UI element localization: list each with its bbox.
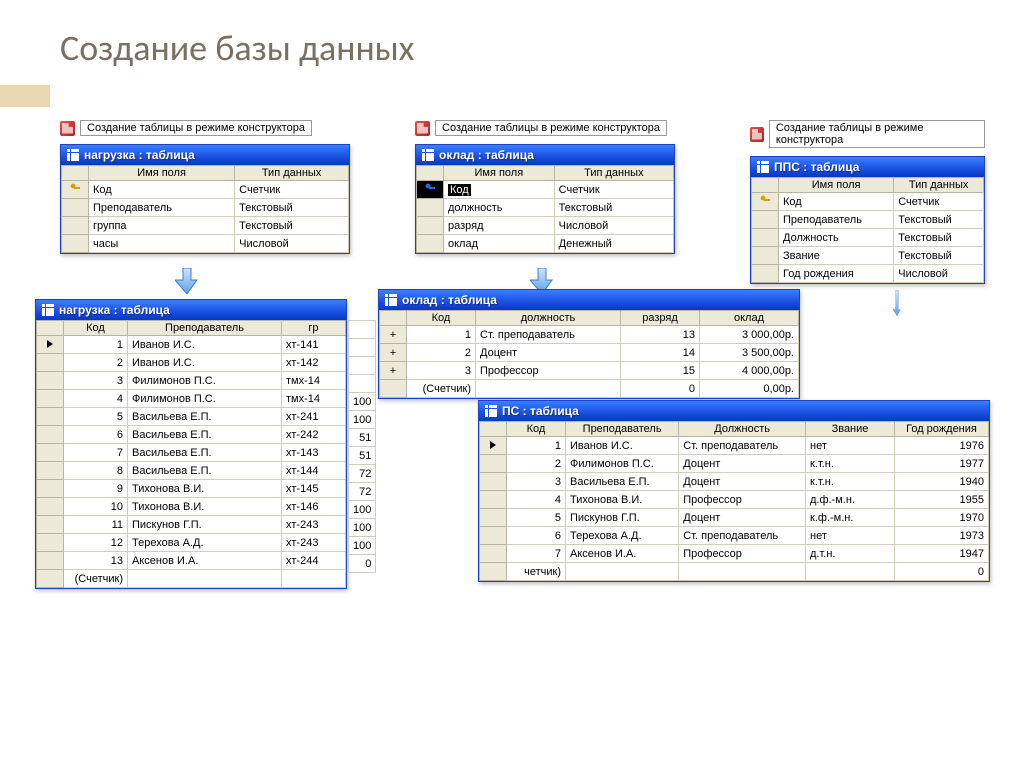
decor-block [0, 85, 50, 107]
create-table-design-link[interactable]: Создание таблицы в режиме конструктора [435, 120, 667, 136]
table-icon [422, 149, 434, 161]
window-title: нагрузка : таблица [59, 303, 170, 317]
col-header[interactable]: Звание [806, 422, 895, 437]
window-titlebar[interactable]: нагрузка : таблица [61, 145, 349, 165]
col-data-type[interactable]: Тип данных [894, 178, 984, 193]
design-window-nagruzka: нагрузка : таблица Имя поляТип данных Ко… [60, 144, 350, 254]
design-row: должностьТекстовый [417, 199, 674, 217]
col-header[interactable]: оклад [700, 311, 799, 326]
table-row: +3Профессор154 000,00р. [380, 362, 799, 380]
access-icon [750, 127, 764, 142]
design-row: Год рожденияЧисловой [752, 265, 984, 283]
access-icon [415, 121, 430, 136]
arrow-down-icon [175, 268, 199, 294]
col-field-name[interactable]: Имя поля [89, 166, 235, 181]
data-window-pps: ПС : таблица Код Преподаватель Должность… [478, 400, 990, 582]
create-table-design-link[interactable]: Создание таблицы в режиме конструктора [80, 120, 312, 136]
design-row: группаТекстовый [62, 217, 349, 235]
table-row: 7 Васильева Е.П. хт-143 [37, 444, 346, 462]
design-row: ДолжностьТекстовый [752, 229, 984, 247]
design-row: окладДенежный [417, 235, 674, 253]
table-icon [757, 161, 769, 173]
table-icon [385, 294, 397, 306]
current-row-icon [47, 340, 53, 348]
window-title: ППС : таблица [774, 160, 859, 174]
col-header[interactable]: Код [407, 311, 476, 326]
table-row: 5 Васильева Е.П. хт-241 [37, 408, 346, 426]
table-row: +1Ст. преподаватель133 000,00р. [380, 326, 799, 344]
primary-key-icon [425, 183, 435, 193]
window-titlebar[interactable]: оклад : таблица [379, 290, 799, 310]
table-icon [485, 405, 497, 417]
table-row: 3 Васильева Е.П. Доцент к.т.н. 1940 [480, 473, 989, 491]
col-field-name[interactable]: Имя поля [444, 166, 555, 181]
table-row: 6 Васильева Е.П. хт-242 [37, 426, 346, 444]
table-row: 1 Иванов И.С. Ст. преподаватель нет 1976 [480, 437, 989, 455]
col-field-name[interactable]: Имя поля [779, 178, 894, 193]
primary-key-icon [760, 195, 770, 205]
col-header[interactable]: должность [476, 311, 621, 326]
table-row-new: (Счетчик) [37, 570, 346, 588]
data-window-nagruzka: нагрузка : таблица Код Преподаватель гр … [35, 299, 347, 589]
col-header[interactable]: Преподаватель [566, 422, 679, 437]
table-row: 12 Терехова А.Д. хт-243 [37, 534, 346, 552]
table-row: 9 Тихонова В.И. хт-145 [37, 480, 346, 498]
col-header[interactable]: Год рождения [895, 422, 989, 437]
design-row: ПреподавательТекстовый [62, 199, 349, 217]
data-window-oklad: оклад : таблица Код должность разряд окл… [378, 289, 800, 399]
window-title: оклад : таблица [439, 148, 534, 162]
col-header[interactable]: Должность [679, 422, 806, 437]
table-row-new: (Счетчик)00,00р. [380, 380, 799, 398]
window-title: ПС : таблица [502, 404, 579, 418]
table-row: 11 Пискунов Г.П. хт-243 [37, 516, 346, 534]
create-table-design-link[interactable]: Создание таблицы в режиме конструктора [769, 120, 985, 148]
table-row: 3 Филимонов П.С. тмх-14 [37, 372, 346, 390]
table-icon [67, 149, 79, 161]
primary-key-icon [70, 183, 80, 193]
table-row: 6 Терехова А.Д. Ст. преподаватель нет 19… [480, 527, 989, 545]
access-icon [60, 121, 75, 136]
window-title: оклад : таблица [402, 293, 497, 307]
design-row: КодСчетчик [62, 181, 349, 199]
window-titlebar[interactable]: ПС : таблица [479, 401, 989, 421]
table-row: 4 Тихонова В.И. Профессор д.ф.-м.н. 1955 [480, 491, 989, 509]
design-row: разрядЧисловой [417, 217, 674, 235]
col-header[interactable]: Код [507, 422, 566, 437]
design-row: КодСчетчик [417, 181, 674, 199]
window-titlebar[interactable]: ППС : таблица [751, 157, 984, 177]
table-row-new: четчик)0 [480, 563, 989, 581]
table-row: 2 Филимонов П.С. Доцент к.т.н. 1977 [480, 455, 989, 473]
table-row: 10 Тихонова В.И. хт-146 [37, 498, 346, 516]
col-data-type[interactable]: Тип данных [554, 166, 673, 181]
table-row: +2Доцент143 500,00р. [380, 344, 799, 362]
col-data-type[interactable]: Тип данных [235, 166, 349, 181]
design-row: ЗваниеТекстовый [752, 247, 984, 265]
table-row: 2 Иванов И.С. хт-142 [37, 354, 346, 372]
window-titlebar[interactable]: нагрузка : таблица [36, 300, 346, 320]
slide-title: Создание базы данных [60, 26, 414, 70]
table-icon [42, 304, 54, 316]
table-row: 8 Васильева Е.П. хт-144 [37, 462, 346, 480]
col-header[interactable]: Преподаватель [128, 321, 282, 336]
table-row: 1 Иванов И.С. хт-141 [37, 336, 346, 354]
design-row: часыЧисловой [62, 235, 349, 253]
window-titlebar[interactable]: оклад : таблица [416, 145, 674, 165]
col-header[interactable]: разряд [621, 311, 700, 326]
current-row-icon [490, 441, 496, 449]
col-header[interactable]: Код [64, 321, 128, 336]
table-row: 4 Филимонов П.С. тмх-14 [37, 390, 346, 408]
table-row: 13 Аксенов И.А. хт-244 [37, 552, 346, 570]
window-title: нагрузка : таблица [84, 148, 195, 162]
design-row: ПреподавательТекстовый [752, 211, 984, 229]
design-window-pps: ППС : таблица Имя поляТип данных КодСчет… [750, 156, 985, 284]
design-window-oklad: оклад : таблица Имя поляТип данных КодСч… [415, 144, 675, 254]
arrow-down-icon [885, 290, 909, 316]
table-row: 5 Пискунов Г.П. Доцент к.ф.-м.н. 1970 [480, 509, 989, 527]
table-row: 7 Аксенов И.А. Профессор д.т.н. 1947 [480, 545, 989, 563]
design-row: КодСчетчик [752, 193, 984, 211]
col-header[interactable]: гр [282, 321, 346, 336]
